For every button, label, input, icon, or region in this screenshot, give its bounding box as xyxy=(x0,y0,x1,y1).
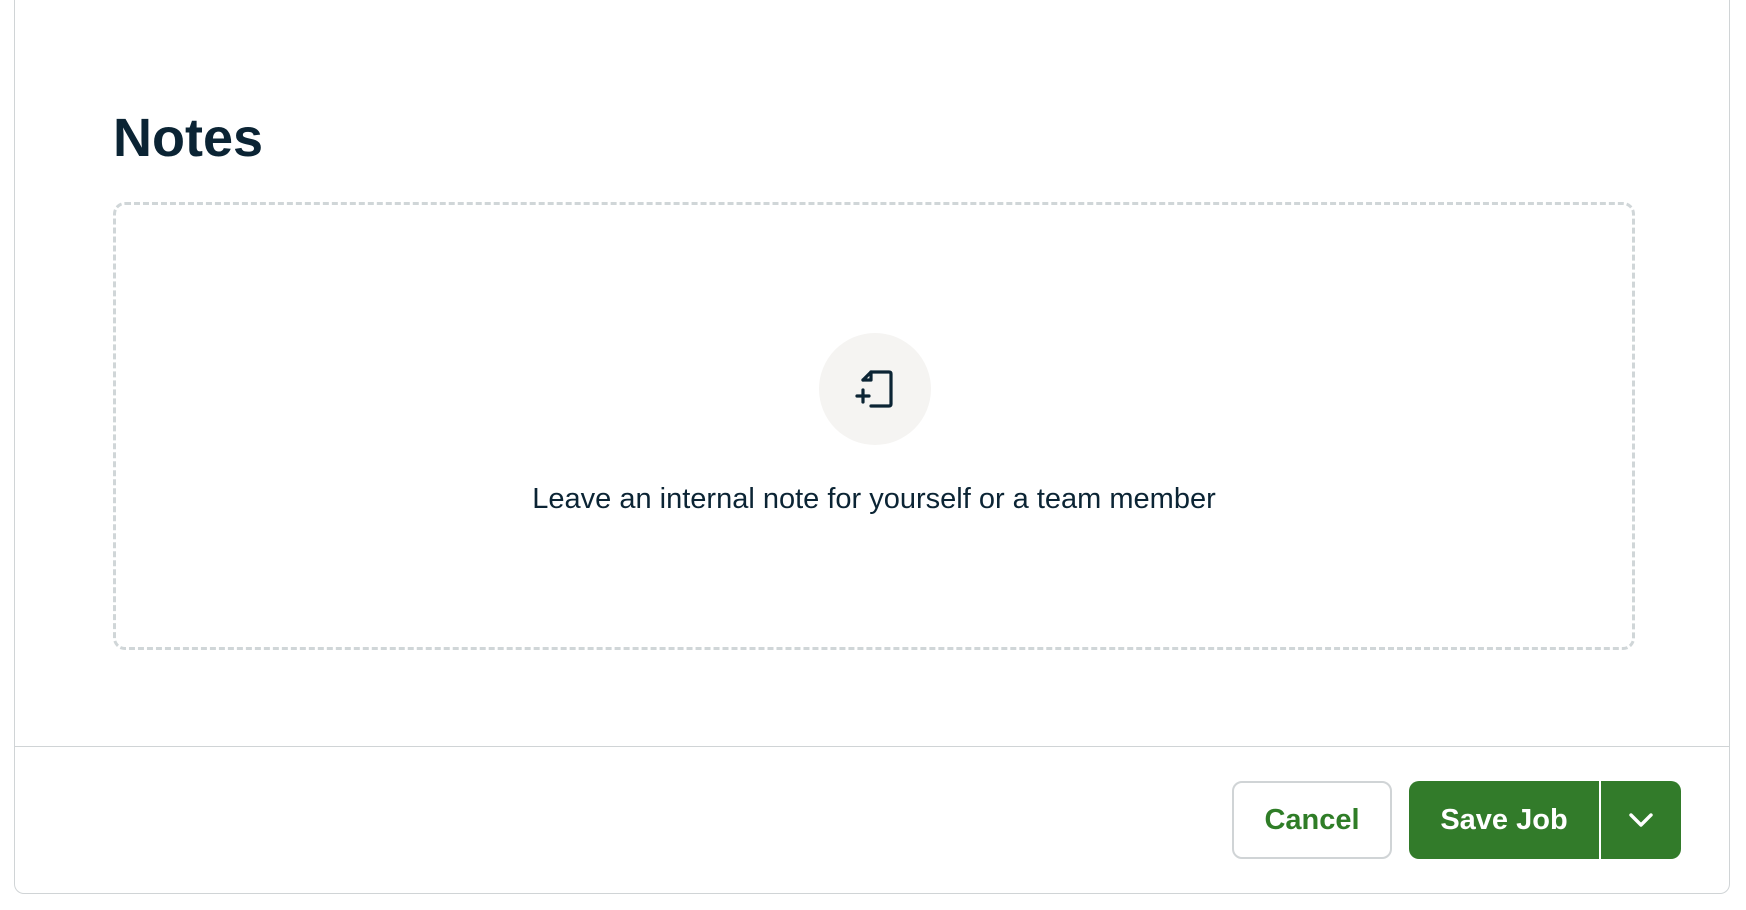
cancel-button[interactable]: Cancel xyxy=(1232,781,1392,859)
job-form-card: Notes Leave an internal note for yoursel… xyxy=(14,0,1730,894)
notes-empty-message: Leave an internal note for yourself or a… xyxy=(532,483,1216,515)
file-add-icon xyxy=(855,370,893,408)
add-note-icon-circle xyxy=(819,333,931,445)
save-options-dropdown-button[interactable] xyxy=(1601,781,1681,859)
notes-dropzone[interactable]: Leave an internal note for yourself or a… xyxy=(113,202,1635,650)
chevron-down-icon xyxy=(1629,813,1653,827)
footer-divider xyxy=(15,746,1729,747)
notes-heading: Notes xyxy=(113,108,264,168)
save-job-button[interactable]: Save Job xyxy=(1409,781,1599,859)
save-job-button-group: Save Job xyxy=(1409,781,1681,859)
